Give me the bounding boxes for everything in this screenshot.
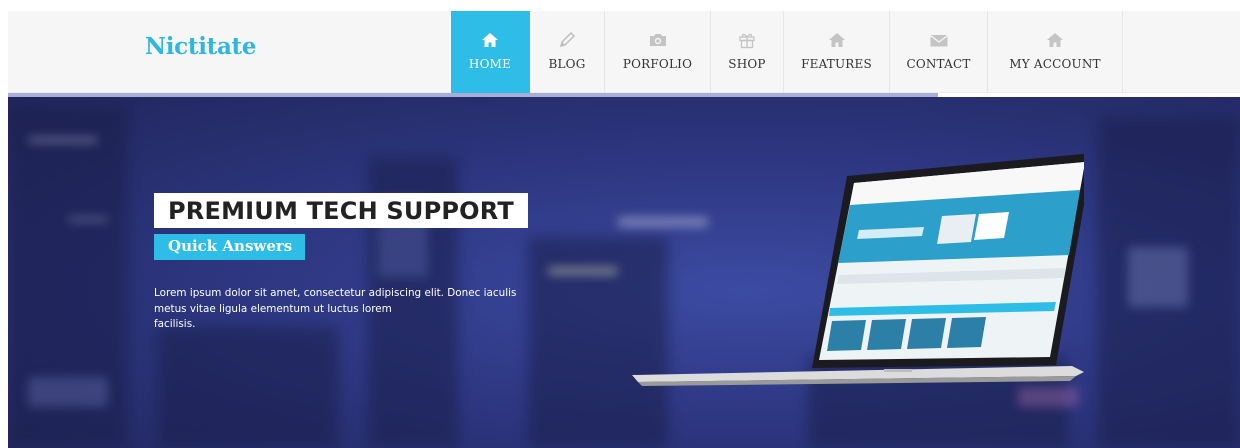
laptop-mockup-image bbox=[632, 153, 1084, 386]
nav-item-features[interactable]: FEATURES bbox=[784, 11, 890, 93]
site-logo[interactable]: Nictitate bbox=[145, 33, 257, 60]
background-lights bbox=[1018, 387, 1078, 407]
background-lights bbox=[28, 137, 98, 143]
nav-item-my-account[interactable]: MY ACCOUNT bbox=[988, 11, 1123, 93]
home-icon bbox=[481, 30, 499, 50]
nav-item-portfolio[interactable]: PORFOLIO bbox=[605, 11, 711, 93]
background-lights bbox=[68, 217, 108, 222]
camera-icon bbox=[648, 30, 668, 50]
hero-slider: PREMIUM TECH SUPPORT Quick Answers Lorem… bbox=[8, 97, 1240, 448]
hero-title: PREMIUM TECH SUPPORT bbox=[154, 193, 528, 228]
hero-subtitle: Quick Answers bbox=[154, 234, 306, 260]
hero-description: Lorem ipsum dolor sit amet, consectetur … bbox=[154, 286, 526, 333]
background-building bbox=[158, 327, 338, 448]
hero-text-line: metus vitae ligula elementum ut luctus l… bbox=[154, 302, 392, 315]
page: Nictitate HOME BLOG PORFOLIO SHOP FEATUR… bbox=[8, 11, 1240, 448]
main-nav: HOME BLOG PORFOLIO SHOP FEATURES CONTACT… bbox=[451, 11, 1123, 93]
nav-label: MY ACCOUNT bbox=[1009, 57, 1101, 71]
nav-label: SHOP bbox=[728, 57, 766, 71]
home-icon bbox=[1046, 30, 1064, 50]
gift-icon bbox=[738, 30, 756, 50]
hero-title-text: PREMIUM TECH SUPPORT bbox=[168, 197, 514, 225]
nav-item-contact[interactable]: CONTACT bbox=[890, 11, 988, 93]
nav-label: CONTACT bbox=[906, 57, 971, 71]
nav-item-blog[interactable]: BLOG bbox=[530, 11, 605, 93]
hero-text-line: facilisis. bbox=[154, 318, 196, 330]
nav-label: FEATURES bbox=[801, 57, 872, 71]
home-icon bbox=[828, 30, 846, 50]
envelope-icon bbox=[929, 30, 949, 50]
hero-text-line: Lorem ipsum dolor sit amet, consectetur … bbox=[154, 287, 517, 299]
hero-subtitle-text: Quick Answers bbox=[168, 237, 293, 255]
background-lights bbox=[28, 377, 108, 407]
nav-item-home[interactable]: HOME bbox=[451, 11, 530, 93]
nav-label: HOME bbox=[468, 57, 512, 71]
nav-label: BLOG bbox=[548, 57, 586, 71]
background-lights bbox=[1128, 247, 1188, 307]
site-header: Nictitate HOME BLOG PORFOLIO SHOP FEATUR… bbox=[8, 11, 1240, 93]
nav-item-shop[interactable]: SHOP bbox=[711, 11, 784, 93]
nav-label: PORFOLIO bbox=[622, 57, 693, 71]
background-lights bbox=[548, 267, 618, 275]
pencil-icon bbox=[558, 30, 576, 50]
